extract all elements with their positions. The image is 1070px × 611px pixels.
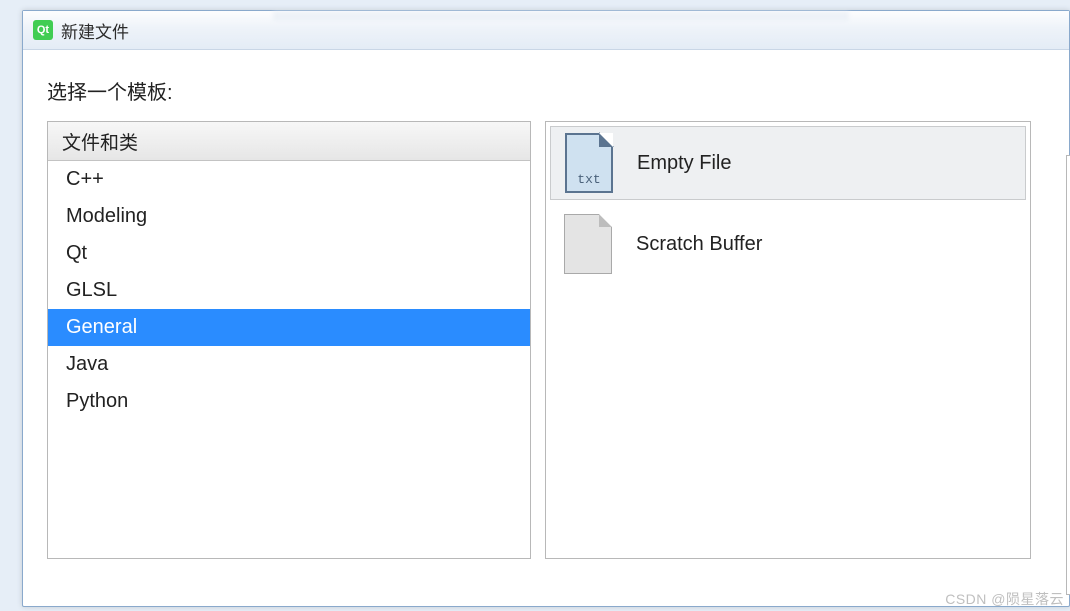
category-item-general[interactable]: General — [48, 309, 530, 346]
category-pane: 文件和类 C++ Modeling Qt GLSL General Java P… — [47, 121, 531, 559]
template-item-empty-file[interactable]: txt Empty File — [550, 126, 1026, 200]
prompt-label: 选择一个模板: — [47, 76, 1045, 105]
template-pane: txt Empty File Scratch Buffer — [545, 121, 1031, 559]
category-item-python[interactable]: Python — [48, 383, 530, 420]
dialog-content: 选择一个模板: 文件和类 C++ Modeling Qt GLSL Genera… — [23, 50, 1069, 571]
template-item-scratch-buffer[interactable]: Scratch Buffer — [546, 204, 1030, 284]
category-item-cpp[interactable]: C++ — [48, 161, 530, 198]
template-list: txt Empty File Scratch Buffer — [546, 126, 1030, 284]
category-item-java[interactable]: Java — [48, 346, 530, 383]
new-file-dialog: Qt 新建文件 选择一个模板: 文件和类 C++ Modeling Qt GLS… — [22, 10, 1070, 607]
category-header: 文件和类 — [48, 122, 530, 161]
qt-logo-icon: Qt — [33, 20, 53, 40]
template-label: Empty File — [637, 152, 731, 175]
category-item-modeling[interactable]: Modeling — [48, 198, 530, 235]
template-label: Scratch Buffer — [636, 233, 762, 256]
txt-icon-label: txt — [565, 172, 613, 187]
txt-file-icon: txt — [565, 133, 613, 193]
background-blur — [273, 11, 849, 21]
description-pane-edge — [1066, 155, 1070, 595]
category-list: C++ Modeling Qt GLSL General Java Python — [48, 161, 530, 420]
category-item-qt[interactable]: Qt — [48, 235, 530, 272]
plain-file-icon — [564, 214, 612, 274]
category-item-glsl[interactable]: GLSL — [48, 272, 530, 309]
window-title: 新建文件 — [61, 18, 129, 43]
panes-container: 文件和类 C++ Modeling Qt GLSL General Java P… — [47, 121, 1045, 559]
